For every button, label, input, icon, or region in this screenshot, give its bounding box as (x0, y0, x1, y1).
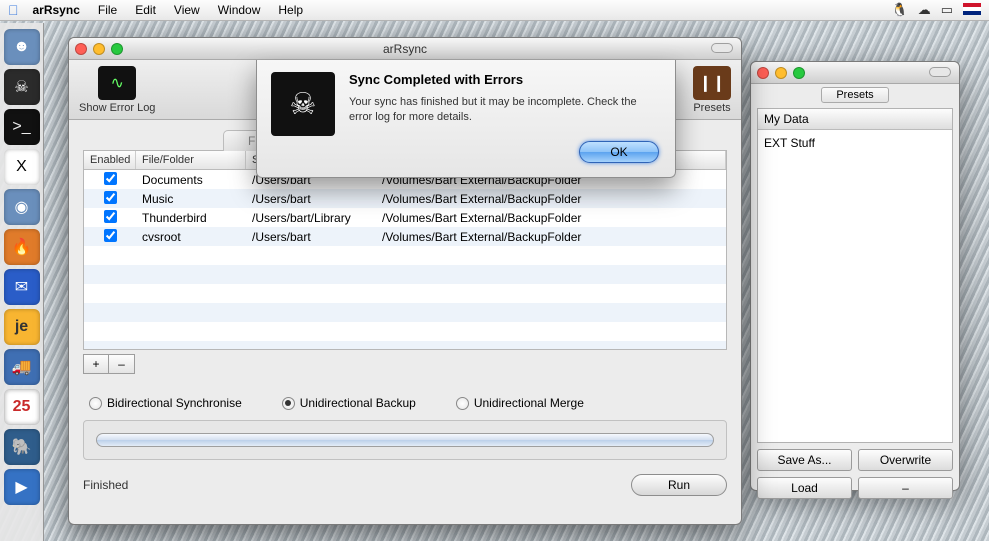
terminal-icon[interactable]: >_ (4, 109, 40, 145)
radio-icon (89, 397, 102, 410)
table-row[interactable]: cvsroot/Users/bart/Volumes/Bart External… (84, 227, 726, 246)
presets-window: Presets My Data EXT Stuff Save As... Ove… (750, 61, 960, 491)
truck-icon[interactable]: 🚚 (4, 349, 40, 385)
presets-column-header[interactable]: My Data (758, 109, 952, 130)
presets-list: My Data EXT Stuff (757, 108, 953, 443)
table-row (84, 265, 726, 284)
row-source: /Users/bart (246, 230, 376, 244)
menu-view[interactable]: View (174, 3, 200, 17)
row-enabled-checkbox[interactable] (104, 172, 117, 185)
finder-icon[interactable]: ☻ (4, 29, 40, 65)
table-row (84, 303, 726, 322)
presets-label: Presets (693, 102, 730, 114)
save-as-button[interactable]: Save As... (757, 449, 852, 471)
toolbar-toggle-icon[interactable] (929, 67, 951, 77)
menu-extra-1-icon[interactable]: 🐧 (892, 2, 908, 18)
load-button[interactable]: Load (757, 477, 852, 499)
thunderbird-icon[interactable]: ✉ (4, 269, 40, 305)
table-row (84, 246, 726, 265)
presets-label: Presets (821, 87, 888, 103)
menu-file[interactable]: File (98, 3, 117, 17)
presets-button[interactable]: ❙❙ Presets (693, 64, 731, 115)
presets-titlebar[interactable] (751, 62, 959, 84)
arrsync-icon[interactable]: ☠ (4, 69, 40, 105)
delete-preset-button[interactable]: – (858, 477, 953, 499)
table-row[interactable]: Thunderbird/Users/bart/Library/Volumes/B… (84, 208, 726, 227)
radio-merge-label: Unidirectional Merge (474, 396, 584, 410)
zoom-icon[interactable] (793, 67, 805, 79)
menu-help[interactable]: Help (278, 3, 303, 17)
add-row-button[interactable]: + (83, 354, 109, 374)
radio-backup-label: Unidirectional Backup (300, 396, 416, 410)
show-error-log-button[interactable]: ∿ Show Error Log (79, 64, 155, 115)
preset-item[interactable]: EXT Stuff (758, 130, 952, 156)
skull-flag-icon: ☠ (271, 72, 335, 136)
menu-bar:  arRsync File Edit View Window Help 🐧 ☁… (0, 0, 989, 21)
app-menu[interactable]: arRsync (33, 3, 80, 17)
menu-extra-cloud-icon[interactable]: ☁ (918, 2, 931, 18)
ok-button[interactable]: OK (579, 141, 659, 163)
status-text: Finished (83, 478, 128, 492)
xquartz-icon[interactable]: X (4, 149, 40, 185)
menu-window[interactable]: Window (218, 3, 261, 17)
globe-icon[interactable]: ◉ (4, 189, 40, 225)
radio-unidirectional-backup[interactable]: Unidirectional Backup (282, 396, 416, 410)
radio-unidirectional-merge[interactable]: Unidirectional Merge (456, 396, 584, 410)
remove-row-button[interactable]: – (109, 354, 135, 374)
row-dest: /Volumes/Bart External/BackupFolder (376, 211, 726, 225)
radio-icon (282, 397, 295, 410)
minimize-icon[interactable] (775, 67, 787, 79)
apple-menu[interactable]:  (8, 2, 19, 18)
window-title: arRsync (69, 42, 741, 56)
row-dest: /Volumes/Bart External/BackupFolder (376, 192, 726, 206)
dock: ☻ ☠ >_ X ◉ 🔥 ✉ je 🚚 25 🐘 ▶ (0, 23, 44, 541)
row-enabled-checkbox[interactable] (104, 229, 117, 242)
row-dest: /Volumes/Bart External/BackupFolder (376, 230, 726, 244)
row-file: Music (136, 192, 246, 206)
col-enabled[interactable]: Enabled (84, 151, 136, 169)
col-file[interactable]: File/Folder (136, 151, 246, 169)
main-titlebar[interactable]: arRsync (69, 38, 741, 60)
kvirc-icon[interactable]: ▶ (4, 469, 40, 505)
show-error-log-label: Show Error Log (79, 102, 155, 114)
sync-mode-radios: Bidirectional Synchronise Unidirectional… (83, 396, 727, 410)
calendar-icon[interactable]: 25 (4, 389, 40, 425)
progress-panel (83, 420, 727, 460)
row-enabled-checkbox[interactable] (104, 191, 117, 204)
close-icon[interactable] (757, 67, 769, 79)
progress-bar (96, 433, 714, 447)
toolbar-toggle-icon[interactable] (711, 43, 733, 53)
row-source: /Users/bart/Library (246, 211, 376, 225)
overwrite-button[interactable]: Overwrite (858, 449, 953, 471)
menu-extra-flag-icon[interactable] (963, 3, 981, 18)
row-file: cvsroot (136, 230, 246, 244)
sync-table: Enabled File/Folder Source Destination D… (83, 150, 727, 350)
postgres-icon[interactable]: 🐘 (4, 429, 40, 465)
firefox-icon[interactable]: 🔥 (4, 229, 40, 265)
error-dialog: ☠ Sync Completed with Errors Your sync h… (256, 60, 676, 178)
run-button[interactable]: Run (631, 474, 727, 496)
menu-extra-display-icon[interactable]: ▭ (941, 2, 953, 18)
table-row (84, 341, 726, 350)
table-row (84, 322, 726, 341)
menu-edit[interactable]: Edit (135, 3, 156, 17)
dialog-title: Sync Completed with Errors (349, 72, 659, 87)
row-enabled-checkbox[interactable] (104, 210, 117, 223)
table-row[interactable]: Music/Users/bart/Volumes/Bart External/B… (84, 189, 726, 208)
radio-bidirectional[interactable]: Bidirectional Synchronise (89, 396, 242, 410)
table-row (84, 284, 726, 303)
row-file: Thunderbird (136, 211, 246, 225)
heartbeat-icon: ∿ (98, 66, 136, 100)
row-source: /Users/bart (246, 192, 376, 206)
presets-icon: ❙❙ (693, 66, 731, 100)
radio-icon (456, 397, 469, 410)
dialog-message: Your sync has finished but it may be inc… (349, 95, 659, 125)
radio-bidir-label: Bidirectional Synchronise (107, 396, 242, 410)
row-file: Documents (136, 173, 246, 187)
jedit-icon[interactable]: je (4, 309, 40, 345)
